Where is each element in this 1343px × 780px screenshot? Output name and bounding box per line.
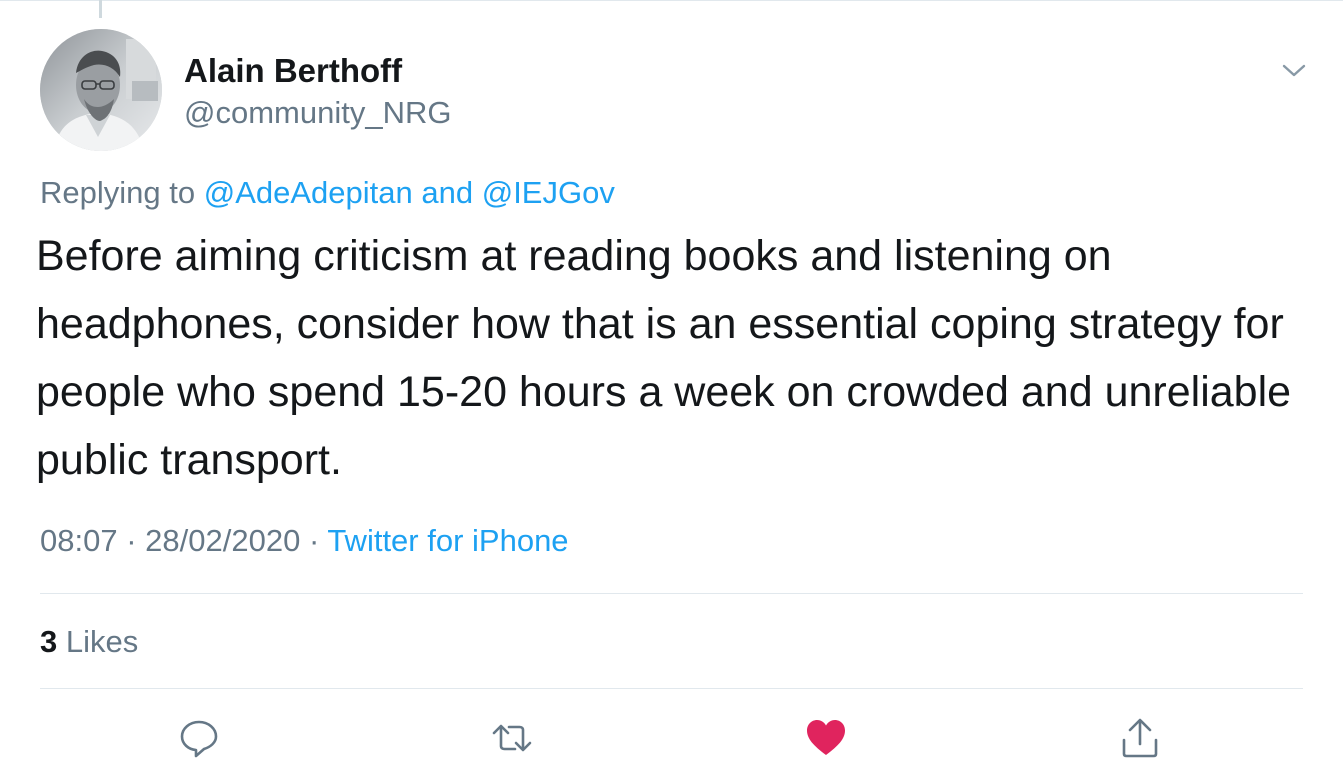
retweet-icon (492, 724, 532, 752)
like-button[interactable] (804, 716, 848, 760)
mention-link-1[interactable]: @AdeAdepitan (204, 175, 413, 210)
mention-link-2[interactable]: @IEJGov (482, 175, 615, 210)
stats-top-divider (40, 593, 1303, 594)
tweet-date[interactable]: 28/02/2020 (145, 523, 300, 558)
replying-to-line: Replying to @AdeAdepitan and @IEJGov (40, 175, 615, 211)
retweet-button[interactable] (490, 716, 534, 760)
tweet-metadata: 08:07 · 28/02/2020 · Twitter for iPhone (40, 523, 569, 559)
author-handle[interactable]: @community_NRG (184, 95, 451, 131)
replying-to-label: Replying to (40, 175, 196, 210)
tweet-body-text: Before aiming criticism at reading books… (36, 232, 1292, 484)
tweet-source-link[interactable]: Twitter for iPhone (327, 523, 568, 558)
comment-icon (180, 720, 218, 758)
likes-stat[interactable]: 3 Likes (40, 624, 138, 660)
likes-label: Likes (65, 624, 139, 659)
meta-separator: · (308, 523, 320, 558)
meta-separator: · (126, 523, 137, 558)
share-button[interactable] (1118, 716, 1162, 760)
chevron-down-icon[interactable] (1280, 60, 1308, 80)
tweet-time[interactable]: 08:07 (40, 523, 118, 558)
mention-conjunction[interactable]: and (421, 175, 473, 210)
stats-bottom-divider (40, 688, 1303, 689)
avatar[interactable] (40, 29, 162, 151)
reply-button[interactable] (177, 716, 221, 760)
share-icon (1122, 718, 1158, 758)
author-display-name[interactable]: Alain Berthoff (184, 52, 402, 90)
likes-count: 3 (40, 624, 58, 659)
tweet-detail-view: Alain Berthoff @community_NRG Replying t… (0, 0, 1343, 780)
thread-connector-line (99, 0, 102, 18)
top-divider (0, 0, 1343, 1)
heart-icon (807, 720, 845, 755)
